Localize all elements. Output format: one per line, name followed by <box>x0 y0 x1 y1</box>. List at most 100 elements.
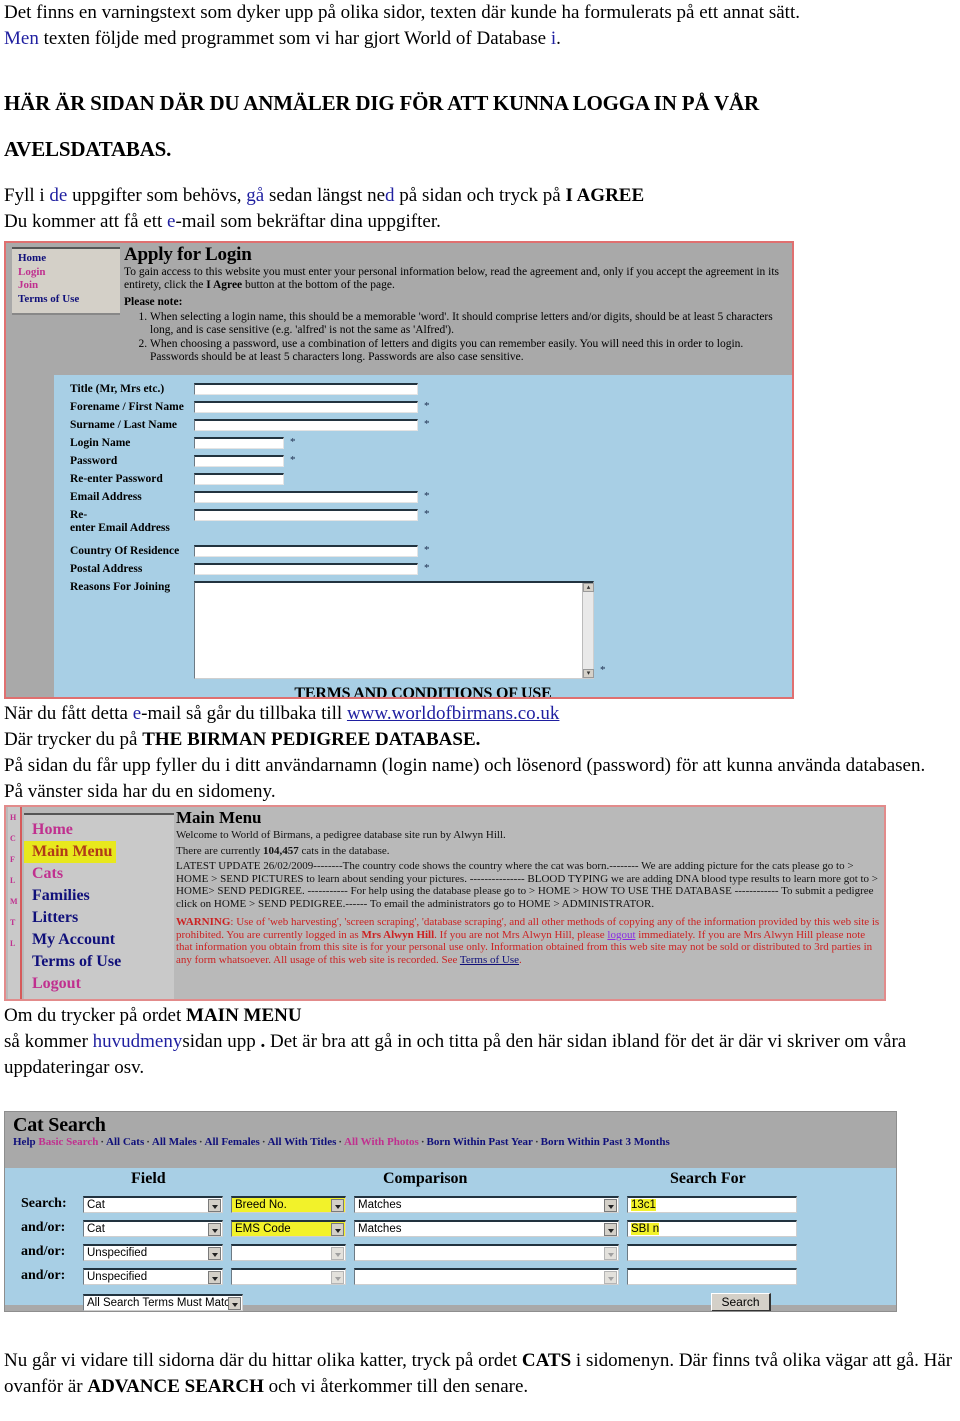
chevron-down-icon[interactable] <box>331 1246 344 1260</box>
search-value-1: 13c1 <box>631 1198 656 1211</box>
select-field-3[interactable]: Unspecified <box>83 1243 223 1261</box>
instr1-d: d <box>385 185 395 206</box>
sidebar-item-my-account[interactable]: My Account <box>24 929 174 951</box>
input-login-name[interactable] <box>194 437 284 449</box>
textarea-scrollbar[interactable]: ▴ ▾ <box>582 583 594 678</box>
search-value-input-3[interactable] <box>627 1243 797 1261</box>
input-title[interactable] <box>194 383 418 395</box>
nav-help[interactable]: Help <box>13 1136 36 1148</box>
nav-all-males[interactable]: All Males <box>152 1136 197 1148</box>
textarea-reasons-for-joining[interactable]: ▴ ▾ <box>194 581 594 679</box>
heading-line-2: AVELSDATABAS. <box>4 137 956 162</box>
sidebar-item-terms-of-use[interactable]: Terms of Use <box>18 293 120 307</box>
warning-d: . <box>519 953 522 966</box>
chevron-down-icon[interactable] <box>331 1222 344 1236</box>
row-label-search: Search: <box>21 1196 67 1211</box>
nav-all-females[interactable]: All Females <box>205 1136 260 1148</box>
sidebar-item-litters[interactable]: Litters <box>24 907 174 929</box>
login-note-1: When selecting a login name, this should… <box>150 311 790 337</box>
sidebar-item-home[interactable]: Home <box>24 819 174 841</box>
stub-letter: H <box>10 813 17 822</box>
search-value-input-1[interactable]: 13c1 <box>627 1195 797 1213</box>
chevron-down-icon[interactable] <box>208 1222 221 1236</box>
chevron-down-icon[interactable] <box>604 1198 617 1212</box>
input-reenter-email[interactable] <box>194 509 418 521</box>
label-title: Title (Mr, Mrs etc.) <box>70 383 165 395</box>
chevron-down-icon[interactable] <box>331 1270 344 1284</box>
stub-letter: C <box>10 834 16 843</box>
select-subfield-3[interactable] <box>231 1243 346 1261</box>
sidebar-item-home[interactable]: Home <box>18 252 120 266</box>
form-row-country: Country Of Residence * <box>54 543 792 561</box>
select-comparison-3[interactable] <box>354 1243 619 1261</box>
required-marker: * <box>424 508 430 520</box>
sidebar-item-logout[interactable]: Logout <box>24 973 174 995</box>
input-email[interactable] <box>194 491 418 503</box>
chevron-down-icon[interactable] <box>208 1246 221 1260</box>
nav-basic-search[interactable]: Basic Search <box>38 1136 98 1148</box>
label-email: Email Address <box>70 491 142 503</box>
chevron-down-icon[interactable] <box>208 1198 221 1212</box>
nav-born-past-year[interactable]: Born Within Past Year <box>426 1136 532 1148</box>
select-comparison-1[interactable]: Matches <box>354 1195 619 1213</box>
sidebar-item-families[interactable]: Families <box>24 885 174 907</box>
select-subfield-4[interactable] <box>231 1267 346 1285</box>
select-comparison-4[interactable] <box>354 1267 619 1285</box>
search-value-input-2[interactable]: SBI n <box>627 1219 797 1237</box>
heading-avelsdatabas: AVELSDATABAS <box>4 137 167 161</box>
nav-all-with-photos[interactable]: All With Photos <box>344 1136 419 1148</box>
chevron-down-icon[interactable] <box>228 1296 241 1310</box>
chevron-down-icon[interactable] <box>604 1222 617 1236</box>
chevron-down-icon[interactable] <box>208 1270 221 1284</box>
select-comparison-2-value: Matches <box>358 1222 402 1235</box>
chevron-down-icon[interactable] <box>331 1198 344 1212</box>
terms-of-use-link[interactable]: Terms of Use <box>460 954 519 966</box>
nav-born-past-3-months[interactable]: Born Within Past 3 Months <box>541 1136 670 1148</box>
label-surname: Surname / Last Name <box>70 419 178 431</box>
select-match-mode-value: All Search Terms Must Match <box>87 1296 237 1309</box>
chevron-down-icon[interactable] <box>604 1246 617 1260</box>
input-surname[interactable] <box>194 419 418 431</box>
sidebar-item-terms-of-use[interactable]: Terms of Use <box>24 951 174 973</box>
cat-count-value: 104,457 <box>263 844 299 857</box>
select-field-4[interactable]: Unspecified <box>83 1267 223 1285</box>
select-subfield-2[interactable]: EMS Code <box>231 1219 346 1237</box>
worldofbirmans-link[interactable]: www.worldofbirmans.co.uk <box>347 703 559 724</box>
scroll-up-icon[interactable]: ▴ <box>583 583 594 592</box>
input-forename[interactable] <box>194 401 418 413</box>
search-value-input-4[interactable] <box>627 1267 797 1285</box>
row-label-andor-4: and/or: <box>21 1268 66 1283</box>
login-please-note-label: Please note: <box>124 296 183 308</box>
select-match-mode[interactable]: All Search Terms Must Match <box>83 1293 243 1311</box>
select-field-2[interactable]: Cat <box>83 1219 223 1237</box>
input-postal[interactable] <box>194 563 418 575</box>
nav-all-with-titles[interactable]: All With Titles <box>267 1136 336 1148</box>
instr2-b: -mail som bekräftar dina uppgifter. <box>175 211 441 232</box>
select-subfield-1[interactable]: Breed No. <box>231 1195 346 1213</box>
select-comparison-2[interactable]: Matches <box>354 1219 619 1237</box>
column-header-comparison: Comparison <box>383 1170 468 1187</box>
select-comparison-1-value: Matches <box>358 1198 402 1211</box>
input-reenter-password[interactable] <box>194 473 284 485</box>
sidebar-item-main-menu[interactable]: Main Menu <box>24 841 117 863</box>
logout-link[interactable]: logout <box>607 929 635 941</box>
select-subfield-2-value: EMS Code <box>235 1222 291 1235</box>
main-menu-sidebar: Home Main Menu Cats Families Litters My … <box>24 813 174 999</box>
search-row-2: and/or: Cat EMS Code Matches SBI n <box>5 1216 896 1240</box>
search-button[interactable]: Search <box>711 1292 771 1311</box>
mid1-a: När du fått detta <box>4 703 133 724</box>
nav-all-cats[interactable]: All Cats <box>106 1136 144 1148</box>
input-country[interactable] <box>194 545 418 557</box>
nav-sep: · <box>100 1136 105 1148</box>
chevron-down-icon[interactable] <box>604 1270 617 1284</box>
sidebar-item-join[interactable]: Join <box>18 279 120 293</box>
sidebar-item-cats[interactable]: Cats <box>24 863 174 885</box>
main-menu-warning: WARNING: Use of 'web harvesting', 'scree… <box>176 916 882 966</box>
select-field-1[interactable]: Cat <box>83 1195 223 1213</box>
login-content: Apply for Login To gain access to this w… <box>124 245 790 365</box>
scroll-down-icon[interactable]: ▾ <box>583 669 594 678</box>
warning-b: . If you are not Mrs Alwyn Hill, please <box>434 928 608 941</box>
label-forename: Forename / First Name <box>70 401 184 413</box>
input-password[interactable] <box>194 455 284 467</box>
sidebar-item-login[interactable]: Login <box>18 266 120 280</box>
